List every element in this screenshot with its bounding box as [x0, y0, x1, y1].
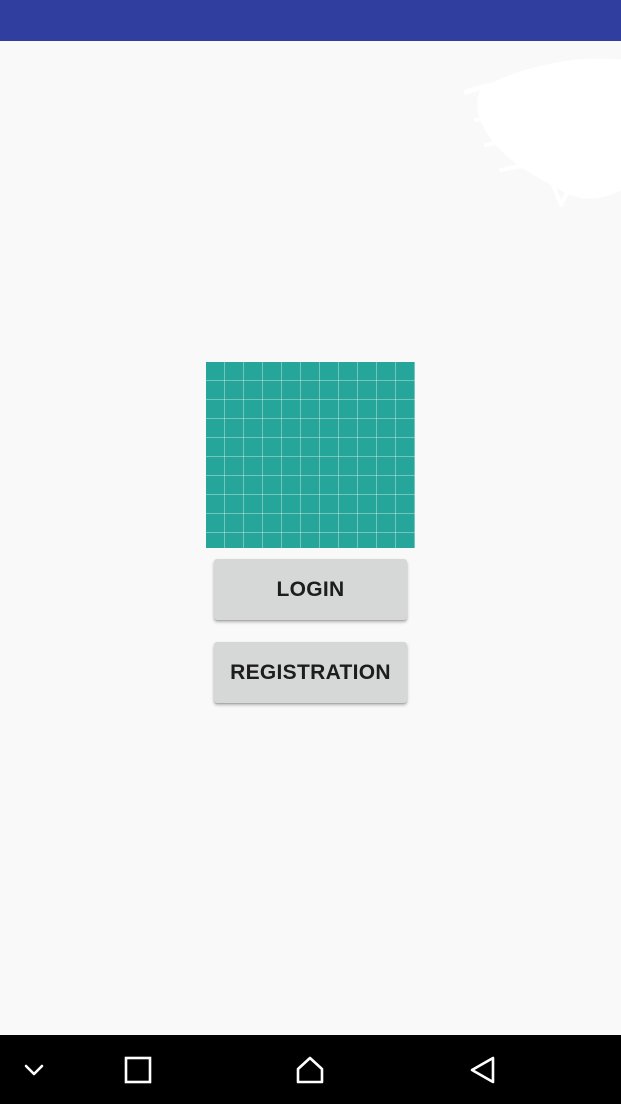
login-button[interactable]: LOGIN — [214, 559, 407, 620]
navigation-bar — [0, 1035, 621, 1104]
chevron-down-icon[interactable] — [14, 1035, 54, 1104]
recents-square-icon[interactable] — [118, 1035, 158, 1104]
home-icon[interactable] — [290, 1035, 330, 1104]
registration-button[interactable]: REGISTRATION — [214, 642, 407, 703]
scribble-mark — [463, 58, 621, 207]
app-screen: LOGIN REGISTRATION — [0, 0, 621, 1104]
grid-logo-icon — [206, 362, 415, 548]
status-bar — [0, 0, 621, 41]
back-triangle-icon[interactable] — [462, 1035, 502, 1104]
